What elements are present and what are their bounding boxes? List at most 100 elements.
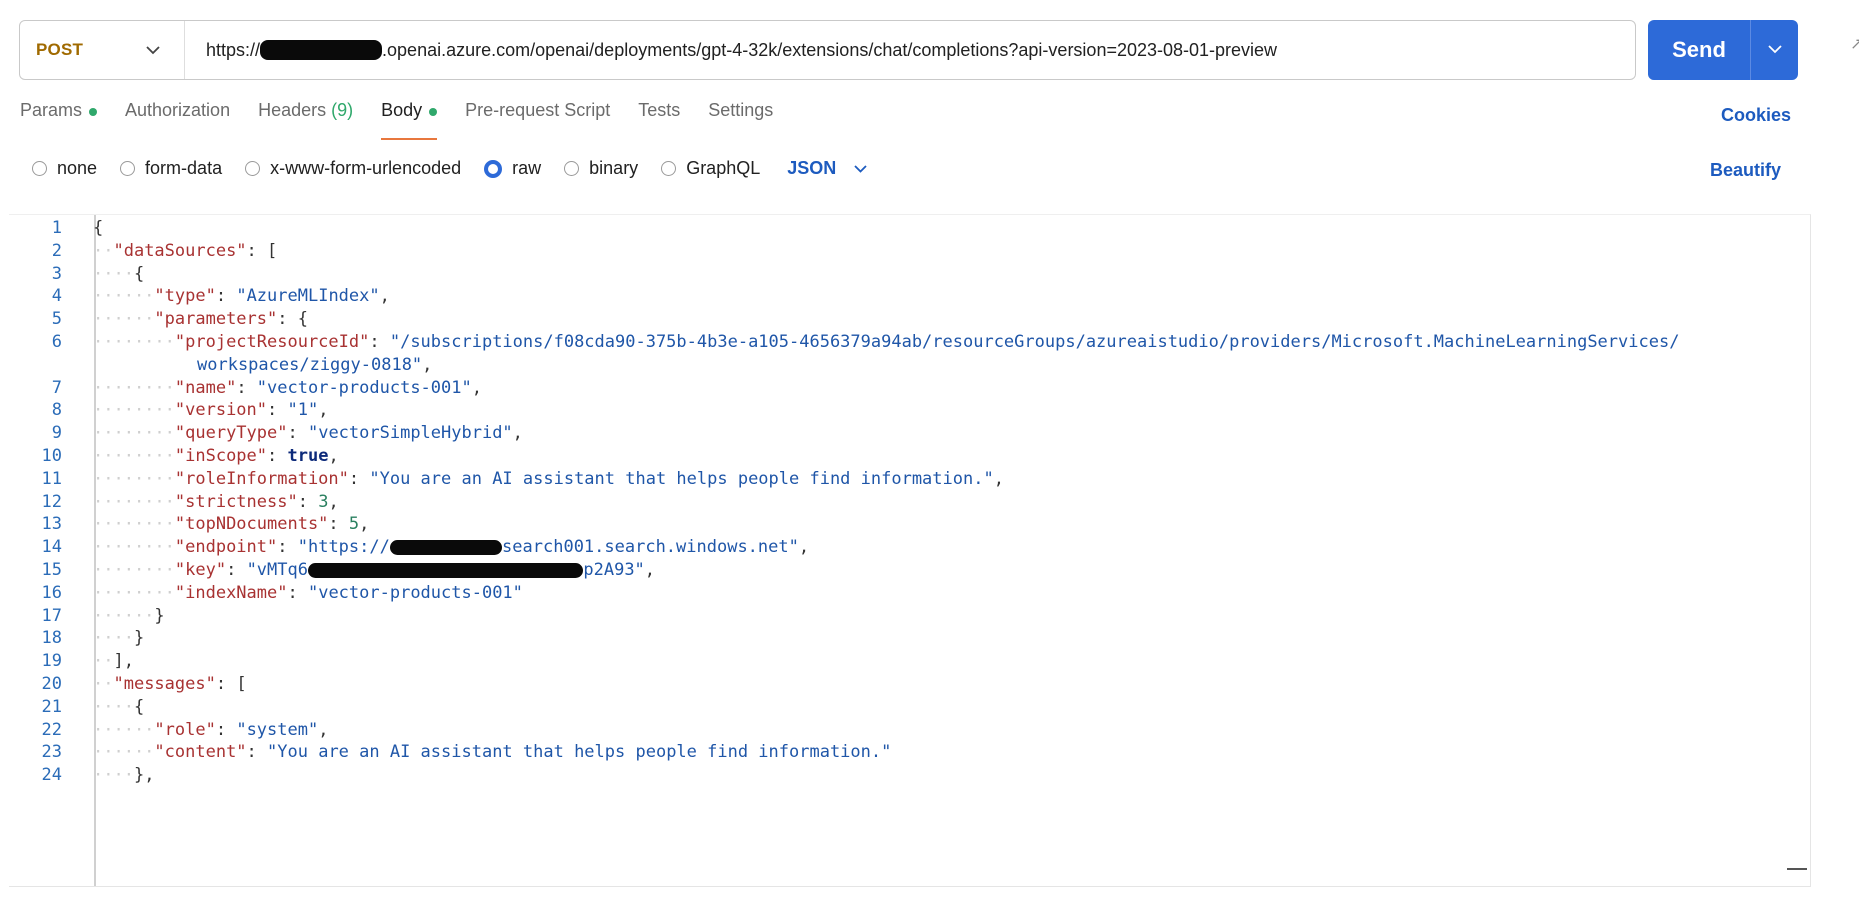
code-token: "vMTq6: [246, 560, 308, 580]
external-link-icon[interactable]: ↗: [1850, 34, 1859, 54]
code-token: "topNDocuments": [174, 514, 329, 535]
radio-x-www-form-urlencoded[interactable]: x-www-form-urlencoded: [245, 158, 461, 179]
code-token: ,: [798, 537, 810, 558]
code-token: :: [215, 286, 237, 307]
code-token: {: [93, 218, 104, 238]
tab-label: Settings: [708, 100, 774, 120]
code-token: "parameters": [154, 309, 278, 330]
radio-label: none: [57, 158, 98, 178]
beautify-button[interactable]: Beautify: [1710, 160, 1781, 181]
body-type-options: none form-data x-www-form-urlencoded raw bin…: [32, 158, 867, 179]
tab-authorization[interactable]: Authorization: [125, 100, 230, 140]
redacted-text: [307, 562, 584, 578]
method-label: POST: [36, 40, 84, 59]
code-token: "name": [174, 377, 237, 398]
radio-circle[interactable]: [32, 161, 47, 176]
tab-params[interactable]: Params: [20, 100, 98, 140]
code-token: "dataSources": [113, 240, 247, 261]
tab-label: Authorization: [125, 100, 231, 120]
code-token: }: [133, 628, 145, 649]
method-select[interactable]: POST: [20, 21, 185, 79]
cookies-link[interactable]: Cookies: [1721, 105, 1791, 126]
send-label: Send: [1672, 37, 1726, 62]
tab-label: Pre-request Script: [465, 100, 611, 120]
code-token: ,: [993, 468, 1004, 489]
format-select[interactable]: JSON: [787, 158, 867, 179]
code-token: {: [133, 696, 145, 717]
code-token: p2A93": [583, 560, 645, 580]
radio-circle[interactable]: [120, 161, 136, 176]
code-token: :: [287, 582, 308, 603]
send-options-button[interactable]: [1751, 20, 1798, 80]
code-token: "role": [154, 719, 216, 740]
code-token: "vector-products-001": [307, 582, 523, 603]
code-token: [: [236, 674, 247, 694]
code-token: "/subscriptions/f08cda90-375b-4b3e-a105-…: [389, 332, 1680, 352]
code-token: :: [215, 719, 237, 740]
tab-label: Tests: [638, 100, 681, 120]
code-token: "endpoint": [174, 537, 278, 558]
code-editor[interactable]: 1{2 ··"dataSources": [3 ····{4 ······"type"…: [9, 214, 1811, 887]
code-token: "content": [154, 742, 247, 763]
code-token: "key": [174, 560, 227, 580]
code-token: 5: [348, 514, 360, 535]
code-token: "queryType": [174, 423, 288, 444]
radio-label: GraphQL: [686, 158, 761, 178]
code-text: ······"content": "You are an AI assistan…: [93, 742, 892, 763]
code-token: {: [133, 263, 145, 284]
code-token: :: [215, 674, 237, 694]
code-token: :: [246, 240, 268, 261]
code-token: "AzureMLIndex": [236, 286, 380, 307]
radio-circle[interactable]: [564, 161, 580, 176]
url-input[interactable]: https:// .openai.azure.com/openai/deploy…: [185, 40, 1277, 61]
request-tabs: Params Authorization Headers (9) Body Pre-req…: [20, 100, 801, 140]
code-token: :: [369, 332, 390, 352]
divider: [9, 886, 1810, 887]
code-token: "indexName": [174, 582, 288, 603]
code-token: ,: [471, 377, 482, 398]
radio-circle[interactable]: [245, 161, 261, 176]
code-token: "https://: [297, 537, 390, 558]
tab-tests[interactable]: Tests: [638, 100, 680, 140]
code-token: :: [348, 468, 370, 489]
tab-body[interactable]: Body: [381, 100, 438, 140]
radio-label: raw: [512, 158, 542, 178]
code-token: "projectResourceId": [174, 332, 370, 352]
code-token: "inScope": [174, 446, 268, 466]
code-token: "strictness": [174, 491, 298, 512]
code-token: true: [287, 446, 329, 466]
tab-headers[interactable]: Headers (9): [258, 100, 353, 140]
send-button[interactable]: Send: [1648, 20, 1751, 80]
tab-count-badge: (9): [331, 100, 354, 120]
radio-form-data[interactable]: form-data: [120, 158, 222, 179]
radio-circle[interactable]: [661, 161, 677, 176]
radio-binary[interactable]: binary: [564, 158, 638, 179]
radio-raw[interactable]: raw: [484, 158, 541, 179]
tab-label: Params: [20, 100, 83, 120]
scrollbar-thumb[interactable]: [1787, 868, 1807, 870]
tab-pre-request-script[interactable]: Pre-request Script: [465, 100, 610, 140]
code-token: ,: [359, 514, 370, 535]
code-token: ,: [644, 560, 656, 580]
code-text: ····},: [93, 765, 155, 786]
code-token: "vectorSimpleHybrid": [307, 423, 513, 444]
chevron-down-icon: [854, 164, 867, 173]
code-token: ,: [379, 286, 390, 307]
radio-none[interactable]: none: [32, 158, 97, 179]
code-token: 3: [318, 491, 329, 512]
code-token: ,: [512, 423, 523, 444]
code-token: :: [226, 560, 247, 580]
tab-label: Body: [381, 100, 423, 120]
line-number: 6: [51, 332, 62, 352]
radio-graphql[interactable]: GraphQL: [661, 158, 760, 179]
code-token: :: [287, 423, 308, 444]
code-token: workspaces/ziggy-0818": [197, 354, 423, 375]
code-token: [: [267, 240, 278, 261]
code-token: search001.search.windows.net": [502, 537, 799, 558]
radio-circle[interactable]: [484, 159, 503, 178]
code-token: "You are an AI assistant that helps peop…: [369, 468, 994, 489]
redacted-text: [389, 539, 503, 555]
tab-settings[interactable]: Settings: [708, 100, 773, 140]
url-suffix: .openai.azure.com/openai/deployments/gpt…: [382, 39, 1278, 60]
code-token: "You are an AI assistant that helps peop…: [267, 742, 892, 763]
